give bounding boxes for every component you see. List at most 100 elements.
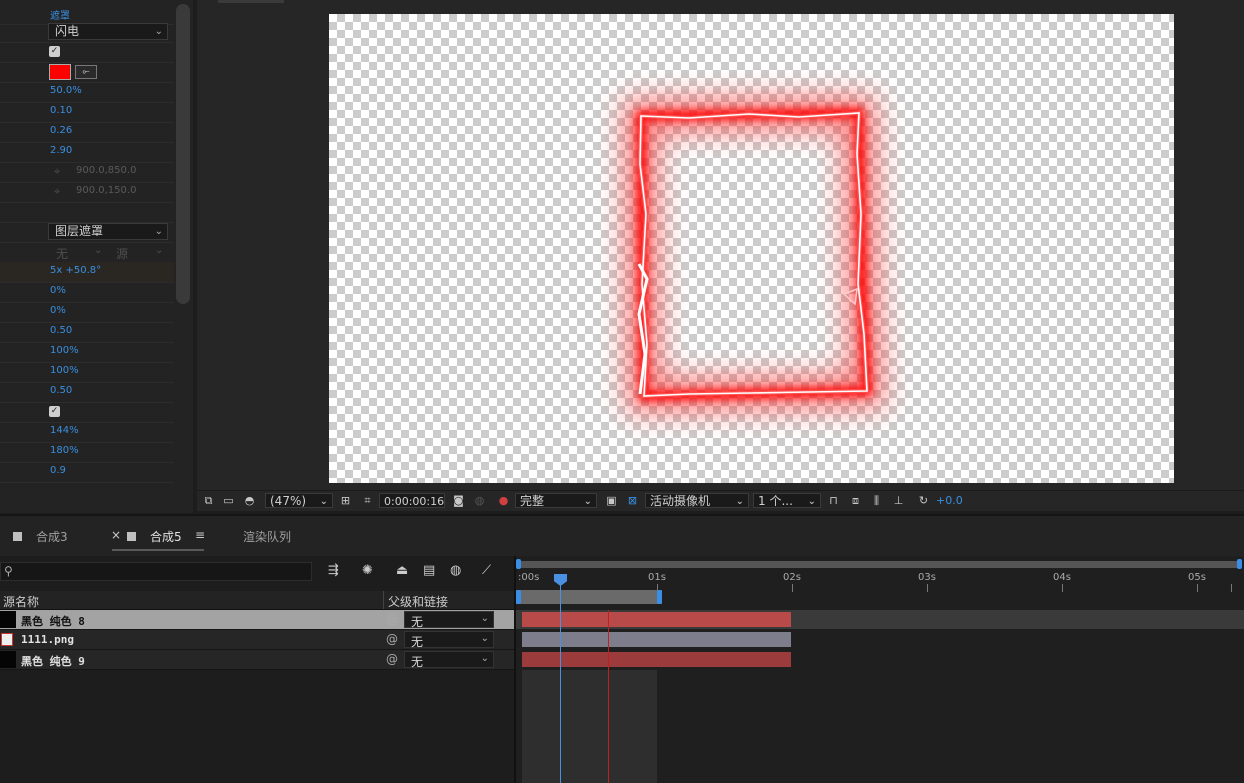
parent-link-header[interactable]: 父级和链接 (388, 593, 448, 610)
param-value: 900.0,850.0 (76, 165, 137, 176)
work-area-end-handle[interactable] (657, 590, 662, 604)
timecode-field[interactable]: 0:00:00:16 (379, 493, 445, 508)
param-value[interactable]: 5x +50.8° (50, 265, 101, 276)
layer-name[interactable]: 黑色 纯色 8 (21, 613, 85, 629)
param-value[interactable]: 0.26 (50, 125, 72, 136)
chevron-down-icon: ⌄ (480, 613, 489, 624)
tab-comp5[interactable]: 合成5 (150, 528, 182, 545)
time-navigator[interactable] (516, 561, 1242, 568)
pickwhip-icon[interactable]: @ (386, 612, 398, 626)
layer-name[interactable]: 黑色 纯色 9 (21, 653, 85, 669)
show-snapshot-icon[interactable]: ◍ (473, 494, 486, 507)
param-row: 180% (0, 442, 174, 463)
ruler-label: :00s (518, 572, 540, 583)
param-value[interactable]: 100% (50, 365, 79, 376)
always-preview-icon[interactable]: ⧉ (202, 494, 215, 507)
crosshair-icon[interactable]: ⌖ (54, 165, 60, 179)
param-value[interactable]: 180% (50, 445, 79, 456)
crosshair-icon[interactable]: ⌖ (54, 185, 60, 199)
parent-dropdown[interactable]: 无 ⌄ (404, 611, 494, 629)
camera-dropdown[interactable]: 活动摄像机 ⌄ (645, 493, 749, 508)
source-name-header[interactable]: 源名称 (3, 593, 39, 610)
param-value[interactable]: 遮罩 (50, 7, 70, 22)
motion-blur-icon[interactable]: ◍ (450, 563, 461, 578)
parent-dropdown[interactable]: 无 ⌄ (404, 651, 494, 669)
work-area-start-handle[interactable] (516, 590, 521, 604)
monitor-icon[interactable]: ▭ (222, 494, 235, 507)
lightning-frame (623, 95, 885, 414)
mask-dropdown[interactable]: 图层遮罩 ⌄ (48, 223, 168, 240)
layer-search-input[interactable]: ⚲ (0, 562, 312, 581)
resolution-dropdown[interactable]: 完整 ⌄ (515, 493, 597, 508)
param-value[interactable]: 0.50 (50, 325, 72, 336)
eyedropper-icon[interactable]: ⟜ (75, 65, 97, 79)
zoom-dropdown[interactable]: (47%) ⌄ (265, 493, 333, 508)
layer-row[interactable]: 黑色 纯色 8 @ 无 ⌄ (0, 610, 515, 630)
time-ruler[interactable]: :00s 01s 02s 03s 04s 05s (516, 571, 1244, 592)
effect-scrollbar[interactable] (176, 4, 190, 304)
tab-render-queue[interactable]: 渲染队列 (243, 528, 291, 545)
ruler-label: 03s (918, 572, 936, 583)
param-row-point: ⌖ 900.0,850.0 (0, 162, 174, 183)
draft-3d-icon[interactable]: ✺ (362, 563, 373, 578)
camera-snapshot-icon[interactable]: ◙ (452, 494, 465, 507)
transparency-grid-icon[interactable]: ⊠ (626, 494, 639, 507)
parent-dropdown[interactable]: 无 ⌄ (404, 631, 494, 649)
param-value: 900.0,150.0 (76, 185, 137, 196)
navigator-end-handle[interactable] (1237, 559, 1242, 569)
param-row-dual: 无 ⌄ 源 ⌄ (0, 242, 174, 263)
param-value[interactable]: 0.9 (50, 465, 66, 476)
param-row-layer-mask: 图层遮罩 ⌄ (0, 222, 174, 243)
checkbox[interactable]: ✓ (49, 406, 60, 417)
ruler-label: 01s (648, 572, 666, 583)
param-value[interactable]: 144% (50, 425, 79, 436)
mask-view-icon[interactable]: ◓ (243, 494, 256, 507)
views-dropdown[interactable]: 1 个... ⌄ (753, 493, 821, 508)
pickwhip-icon[interactable]: @ (386, 652, 398, 666)
param-value[interactable]: 100% (50, 345, 79, 356)
menu-icon[interactable]: ≡ (195, 528, 205, 542)
type-dropdown[interactable]: 闪电 ⌄ (48, 23, 168, 40)
layer-duration-bar[interactable] (522, 652, 791, 667)
color-swatch[interactable] (49, 64, 71, 80)
layer-name[interactable]: 1111.png (21, 633, 74, 646)
frame-blending-icon[interactable]: ▤ (423, 563, 435, 578)
work-area-bar[interactable] (516, 590, 662, 604)
effect-controls-panel: 遮罩 闪电 ⌄ ✓ ⟜ 50.0% 0.10 0.26 2.90 ⌖ 900.0… (0, 0, 193, 513)
param-value[interactable]: 0.50 (50, 385, 72, 396)
param-row: 50.0% (0, 82, 174, 103)
param-value[interactable]: 50.0% (50, 85, 82, 96)
layer-duration-bar[interactable] (522, 632, 791, 647)
disabled-dropdown-value: 源 (116, 247, 129, 261)
fast-preview-icon[interactable]: ▣ (605, 494, 618, 507)
tab-comp3[interactable]: 合成3 (36, 528, 68, 545)
layer-row[interactable]: 黑色 纯色 9 @ 无 ⌄ (0, 650, 515, 670)
navigator-start-handle[interactable] (516, 559, 521, 569)
param-value[interactable]: 0.10 (50, 105, 72, 116)
composition-canvas[interactable] (329, 14, 1174, 483)
param-row-blank (0, 202, 174, 223)
param-row: 0.26 (0, 122, 174, 143)
param-value[interactable]: 2.90 (50, 145, 72, 156)
grid-guide-icon[interactable]: ⊞ (339, 494, 352, 507)
shy-layers-icon[interactable]: ⏏ (396, 563, 408, 578)
draft-3d-icon[interactable]: ⧈ (849, 494, 862, 507)
color-channel-icon[interactable]: ● (497, 494, 510, 507)
layer-row[interactable]: 1111.png @ 无 ⌄ (0, 630, 515, 650)
playhead-line[interactable] (560, 576, 561, 783)
flowchart-icon[interactable]: ⊥ (892, 494, 905, 507)
timeline-icon[interactable]: ⫼ (870, 494, 883, 507)
param-row-checkbox: ✓ (0, 42, 174, 63)
close-icon[interactable]: × (111, 528, 121, 542)
toggle-view-icon[interactable]: ⊓ (827, 494, 840, 507)
layer-duration-bar[interactable] (522, 612, 791, 627)
param-value[interactable]: 0% (50, 305, 66, 316)
pickwhip-icon[interactable]: @ (386, 632, 398, 646)
checkbox[interactable]: ✓ (49, 46, 60, 57)
exposure-value[interactable]: +0.0 (936, 493, 963, 508)
graph-editor-icon[interactable]: ⟋ (482, 563, 491, 578)
comp-mini-flowchart-icon[interactable]: ⇶ (328, 563, 339, 578)
param-value[interactable]: 0% (50, 285, 66, 296)
region-icon[interactable]: ⌗ (361, 494, 374, 507)
reset-exposure-icon[interactable]: ↻ (917, 494, 930, 507)
